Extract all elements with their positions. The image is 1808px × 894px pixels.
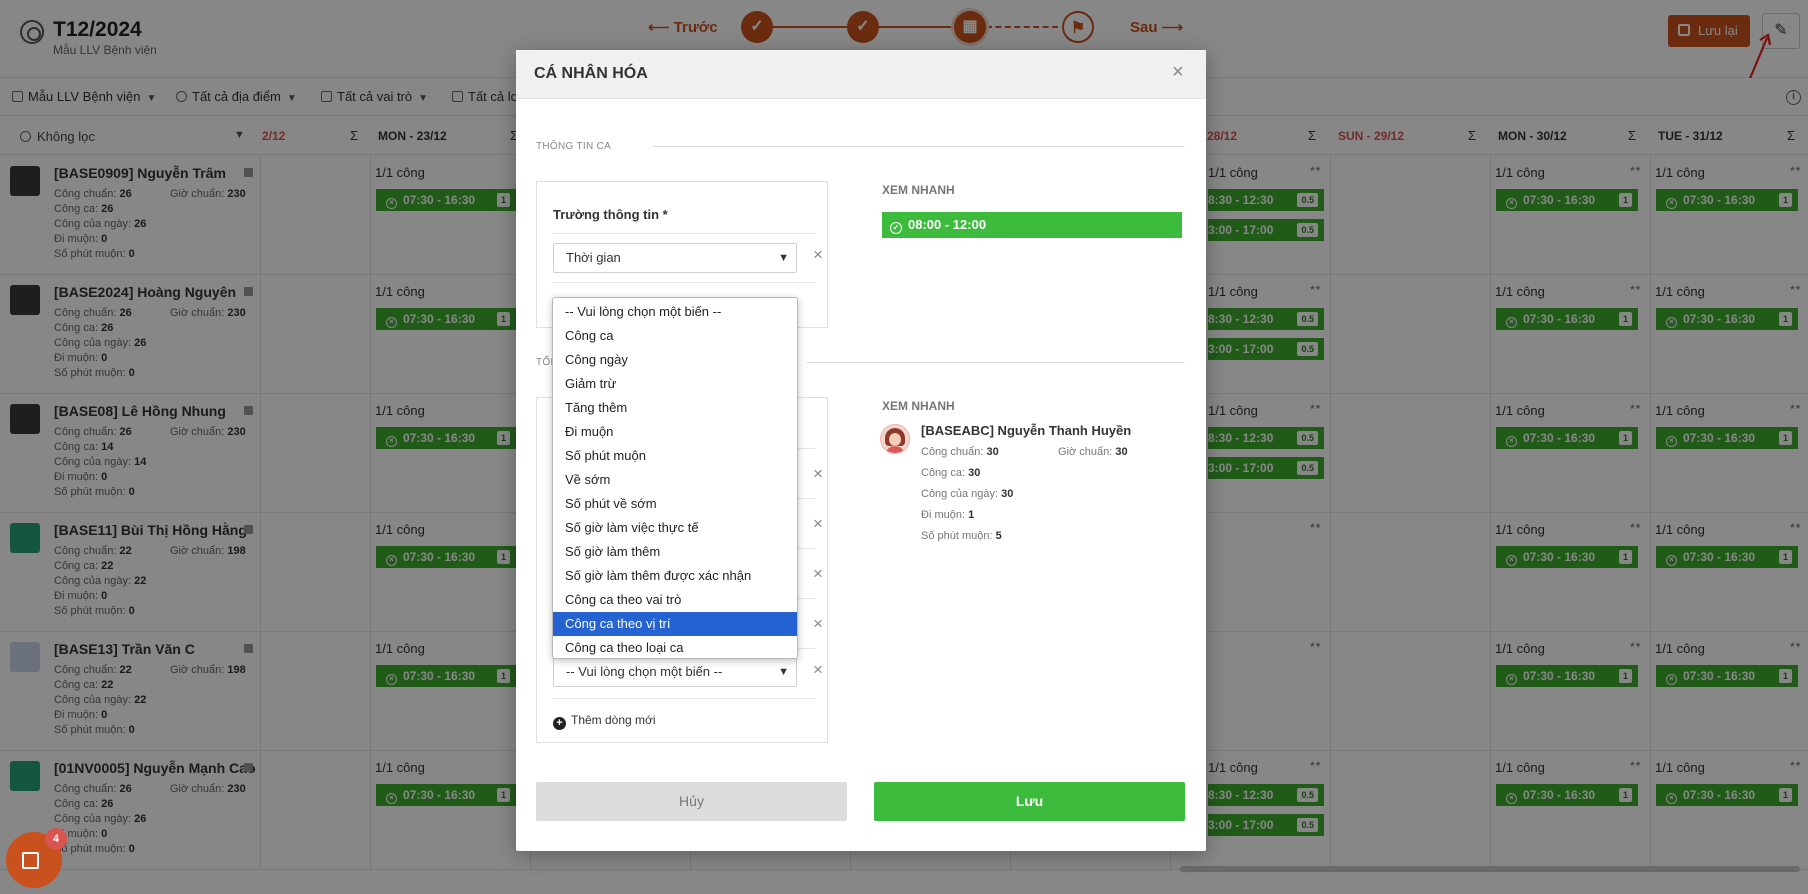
preview-stat: Công ca: 30	[921, 467, 981, 479]
preview-name: [BASEABC] Nguyễn Thanh Huyền	[921, 423, 1132, 438]
dropdown-option[interactable]: -- Vui lòng chọn một biến --	[553, 300, 797, 324]
add-row-button[interactable]: + Thêm dòng mới	[553, 713, 656, 730]
notification-badge: 4	[45, 828, 67, 850]
remove-row-icon[interactable]: ×	[813, 564, 823, 584]
preview-stat: Đi muộn: 1	[921, 509, 975, 521]
field-label: Trường thông tin *	[553, 207, 668, 222]
plus-circle-icon: +	[553, 717, 566, 730]
divider	[653, 146, 1185, 147]
chevron-down-icon: ▼	[778, 252, 789, 264]
preview-stat: Giờ chuẩn: 30	[1058, 446, 1128, 458]
field-select[interactable]: Thời gian ▼	[553, 243, 797, 273]
quick-view-label: XEM NHANH	[882, 183, 955, 197]
divider	[553, 698, 815, 699]
dropdown-option[interactable]: Công ngày	[553, 348, 797, 372]
divider	[806, 362, 1185, 363]
remove-row-icon[interactable]: ×	[813, 660, 823, 680]
variable-dropdown-list: -- Vui lòng chọn một biến -- Công ca Công …	[552, 297, 798, 659]
preview-stat: Công của ngày: 30	[921, 488, 1014, 500]
cancel-button[interactable]: Hủy	[536, 782, 847, 821]
quick-view-shift: ✓ 08:00 - 12:00	[882, 212, 1182, 238]
section-shift-info-label: THÔNG TIN CA	[536, 141, 612, 152]
check-circle-icon: ✓	[890, 222, 902, 234]
remove-row-icon[interactable]: ×	[813, 464, 823, 484]
close-icon[interactable]: ×	[1172, 61, 1184, 84]
dropdown-option[interactable]: Công ca theo vị trí	[553, 612, 797, 636]
dropdown-option[interactable]: Tăng thêm	[553, 396, 797, 420]
dropdown-option[interactable]: Công ca	[553, 324, 797, 348]
save-button[interactable]: Lưu	[874, 782, 1185, 821]
dropdown-option[interactable]: Số giờ làm việc thực tế	[553, 516, 797, 540]
dropdown-option[interactable]: Về sớm	[553, 468, 797, 492]
divider	[553, 282, 815, 283]
dropdown-option[interactable]: Công ca theo vai trò	[553, 588, 797, 612]
dropdown-option[interactable]: Giảm trừ	[553, 372, 797, 396]
modal-title: CÁ NHÂN HÓA	[534, 65, 648, 82]
preview-avatar	[880, 424, 910, 454]
variable-select[interactable]: -- Vui lòng chọn một biến -- ▼	[553, 657, 797, 687]
dropdown-option[interactable]: Số giờ làm thêm	[553, 540, 797, 564]
divider	[553, 233, 815, 234]
dropdown-option[interactable]: Số giờ làm thêm được xác nhận	[553, 564, 797, 588]
chevron-down-icon: ▼	[778, 666, 789, 678]
preview-stat: Số phút muộn: 5	[921, 530, 1002, 542]
remove-row-icon[interactable]: ×	[813, 614, 823, 634]
dropdown-option[interactable]: Công ca theo loại ca	[553, 636, 797, 658]
clipboard-check-icon	[22, 852, 39, 869]
modal-header: CÁ NHÂN HÓA ×	[516, 50, 1206, 99]
dropdown-option[interactable]: Đi muộn	[553, 420, 797, 444]
dropdown-option[interactable]: Số phút muộn	[553, 444, 797, 468]
dropdown-option[interactable]: Số phút về sớm	[553, 492, 797, 516]
remove-row-icon[interactable]: ×	[813, 514, 823, 534]
preview-stat: Công chuẩn: 30	[921, 446, 999, 458]
remove-row-icon[interactable]: ×	[813, 245, 823, 265]
quick-view-label: XEM NHANH	[882, 399, 955, 413]
